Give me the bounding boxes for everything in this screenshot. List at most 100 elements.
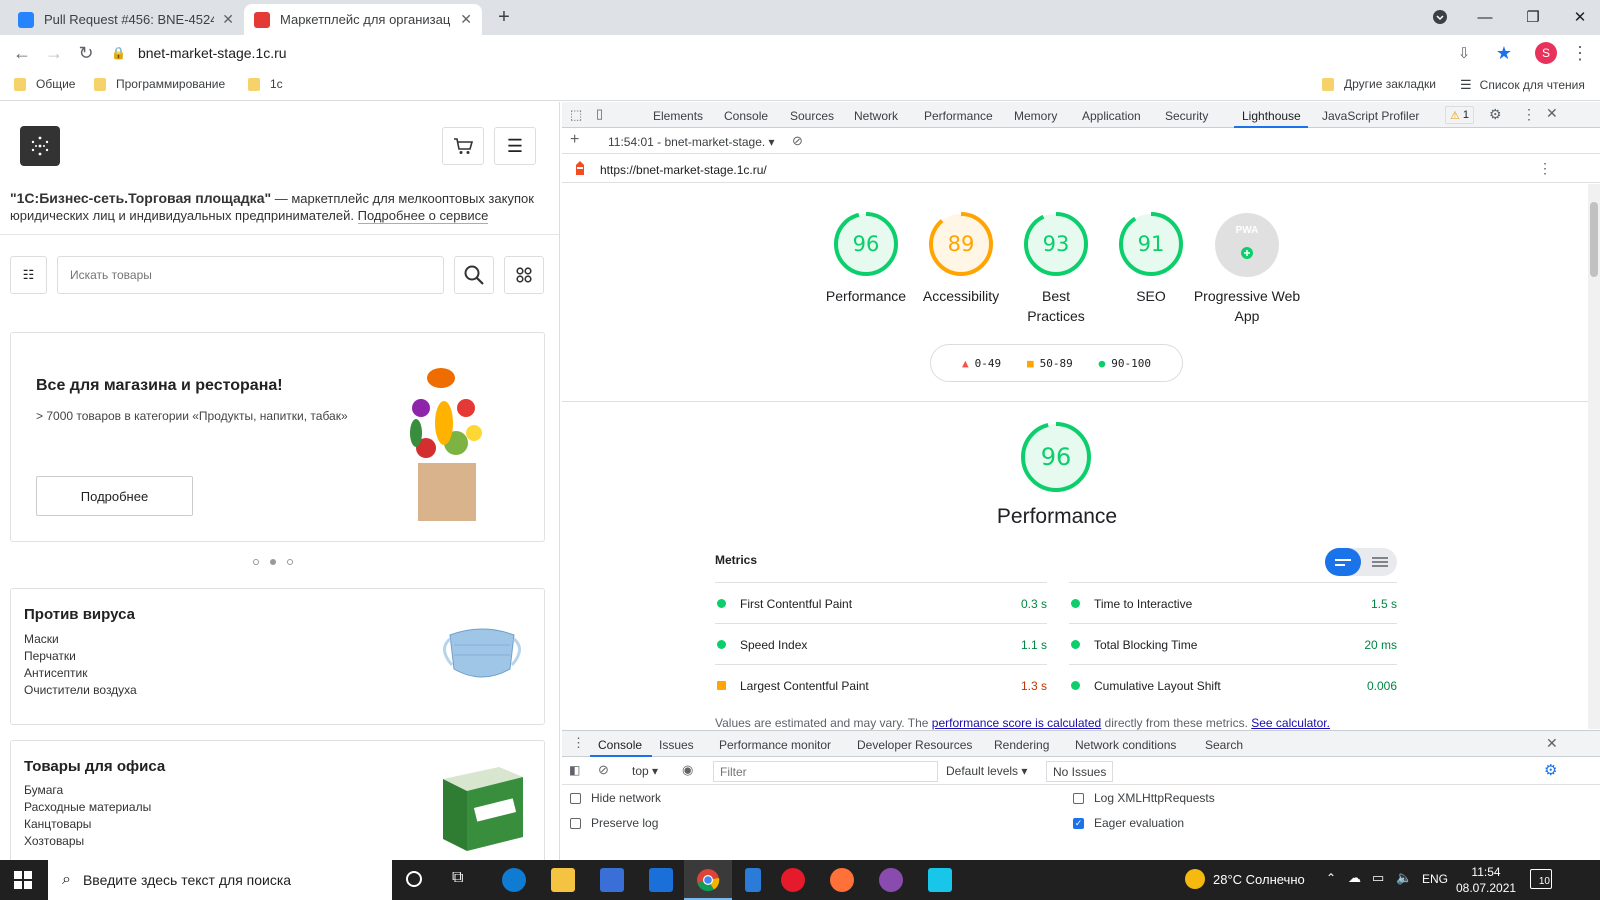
webstorm-icon[interactable] (928, 868, 952, 892)
onedrive-icon[interactable]: ☁ (1348, 870, 1361, 886)
devtools-tab-performance[interactable]: Performance (924, 109, 993, 123)
category-link[interactable]: Канцтовары (24, 816, 151, 833)
devtools-tab-memory[interactable]: Memory (1014, 109, 1057, 123)
carousel-dots[interactable] (253, 559, 293, 565)
bookmark-star-icon[interactable]: ★ (1490, 39, 1518, 67)
category-link[interactable]: Очистители воздуха (24, 682, 137, 699)
clear-reports-icon[interactable]: ⊘ (792, 133, 803, 149)
drawer-tab-console[interactable]: Console (598, 738, 642, 752)
catalog-list-icon[interactable]: ☷ (10, 256, 47, 294)
search-icon[interactable] (454, 256, 494, 294)
context-select[interactable]: top ▾ (632, 764, 658, 778)
report-menu-icon[interactable]: ⋮ (1538, 160, 1552, 177)
bookmark-folder-1c[interactable]: 1с (248, 77, 283, 91)
close-devtools-icon[interactable]: ✕ (1546, 105, 1558, 122)
devtools-tab-console[interactable]: Console (724, 109, 768, 123)
other-bookmarks[interactable]: Другие закладки (1322, 77, 1436, 91)
search-input[interactable] (57, 256, 444, 294)
task-view-icon[interactable]: ⧉ (452, 869, 463, 887)
sidebar-toggle-icon[interactable]: ◧ (569, 763, 580, 777)
file-explorer-icon[interactable] (551, 868, 575, 892)
metric-row[interactable]: Total Blocking Time 20 ms (1069, 623, 1397, 665)
category-card-office[interactable]: Товары для офиса Бумага Расходные матери… (10, 740, 545, 860)
back-icon[interactable]: ← (8, 39, 36, 67)
devtools-tab-js-profiler[interactable]: JavaScript Profiler (1322, 109, 1419, 123)
clock[interactable]: 11:54 08.07.2021 (1456, 864, 1516, 896)
category-card-virus[interactable]: Против вируса Маски Перчатки Антисептик … (10, 588, 545, 725)
firefox-icon[interactable] (830, 868, 854, 892)
volume-icon[interactable]: 🔈 (1396, 870, 1412, 886)
preserve-log-checkbox[interactable]: Preserve log (570, 816, 658, 830)
checkbox-box[interactable] (570, 817, 581, 829)
see-calculator-link[interactable]: See calculator. (1251, 716, 1330, 730)
inspect-element-icon[interactable]: ⬚ (570, 107, 582, 123)
cart-icon[interactable] (442, 127, 484, 165)
restore-icon[interactable]: ❐ (1513, 4, 1553, 30)
hide-network-checkbox[interactable]: Hide network (570, 791, 661, 805)
report-scrollbar[interactable] (1588, 184, 1600, 729)
tab-search-icon[interactable] (1420, 4, 1460, 30)
new-tab-button[interactable]: + (490, 4, 518, 30)
drawer-tab-performance-monitor[interactable]: Performance monitor (719, 738, 831, 752)
opera-icon[interactable] (781, 868, 805, 892)
gauge-accessibility[interactable]: 89 (928, 211, 994, 277)
log-levels-select[interactable]: Default levels ▾ (946, 764, 1027, 778)
close-tab-icon[interactable]: ✕ (222, 11, 234, 28)
metric-row[interactable]: Cumulative Layout Shift 0.006 (1069, 664, 1397, 706)
devtools-more-icon[interactable]: ⋮ (1522, 106, 1536, 123)
promo-banner[interactable]: Все для магазина и ресторана! > 7000 тов… (10, 332, 545, 542)
devtools-tab-lighthouse[interactable]: Lighthouse (1242, 109, 1301, 123)
metric-row[interactable]: Time to Interactive 1.5 s (1069, 582, 1397, 624)
gauge-performance[interactable]: 96 (833, 211, 899, 277)
mail-icon[interactable] (649, 868, 673, 892)
hamburger-menu-icon[interactable]: ☰ (494, 127, 536, 165)
drawer-tab-developer-resources[interactable]: Developer Resources (857, 738, 972, 752)
github-desktop-icon[interactable] (879, 868, 903, 892)
chrome-menu-icon[interactable]: ⋮ (1566, 39, 1594, 67)
reading-list[interactable]: ☰ Список для чтения (1460, 77, 1585, 93)
minimize-icon[interactable]: — (1465, 4, 1505, 30)
banner-more-button[interactable]: Подробнее (36, 476, 193, 516)
log-xhr-checkbox[interactable]: Log XMLHttpRequests (1073, 791, 1215, 805)
close-drawer-icon[interactable]: ✕ (1546, 735, 1558, 752)
windows-start-icon[interactable] (14, 871, 32, 892)
category-link[interactable]: Бумага (24, 782, 151, 799)
store-icon[interactable] (600, 868, 624, 892)
drawer-tab-network-conditions[interactable]: Network conditions (1075, 738, 1176, 752)
new-report-icon[interactable]: + (570, 131, 579, 149)
notifications-icon[interactable]: 10 (1530, 869, 1552, 889)
tab-marketplace[interactable]: Маркетплейс для организаций ✕ (244, 4, 482, 35)
checkbox-box[interactable] (570, 792, 581, 804)
devtools-tab-application[interactable]: Application (1082, 109, 1141, 123)
drawer-menu-icon[interactable]: ⋮ (572, 735, 585, 751)
cortana-icon[interactable] (406, 871, 422, 887)
document-icon[interactable] (745, 868, 761, 892)
site-logo[interactable] (20, 126, 60, 166)
gauge-best-practices[interactable]: 93 (1023, 211, 1089, 277)
drawer-tab-issues[interactable]: Issues (659, 738, 694, 752)
scrollbar-thumb[interactable] (1590, 202, 1598, 277)
warnings-counter[interactable]: ⚠ 1 (1445, 106, 1474, 124)
address-bar[interactable]: 🔒 bnet-market-stage.1c.ru (111, 40, 1471, 66)
intro-more-link[interactable]: Подробнее о сервисе (357, 208, 489, 224)
score-calculated-link[interactable]: performance score is calculated (932, 716, 1101, 730)
drawer-tab-search[interactable]: Search (1205, 738, 1243, 752)
category-link[interactable]: Хозтовары (24, 833, 151, 850)
grid-view-icon[interactable] (504, 256, 544, 294)
gauge-seo[interactable]: 91 (1118, 211, 1184, 277)
devtools-tab-sources[interactable]: Sources (790, 109, 834, 123)
category-link[interactable]: Расходные материалы (24, 799, 151, 816)
forward-icon[interactable]: → (40, 39, 68, 67)
metrics-view-toggle[interactable] (1325, 548, 1397, 576)
carousel-dot-active[interactable] (270, 559, 276, 565)
checkbox-checked-icon[interactable]: ✓ (1073, 817, 1084, 829)
carousel-dot[interactable] (253, 559, 259, 565)
issues-button[interactable]: No Issues (1046, 761, 1114, 782)
tray-chevron-icon[interactable]: ⌃ (1326, 871, 1336, 885)
category-link[interactable]: Маски (24, 631, 137, 648)
bookmark-folder-obshie[interactable]: Общие (14, 77, 75, 91)
profile-avatar[interactable]: S (1535, 42, 1557, 64)
bookmark-folder-programming[interactable]: Программирование (94, 77, 225, 91)
devtools-tab-elements[interactable]: Elements (653, 109, 703, 123)
close-tab-icon[interactable]: ✕ (460, 11, 472, 28)
